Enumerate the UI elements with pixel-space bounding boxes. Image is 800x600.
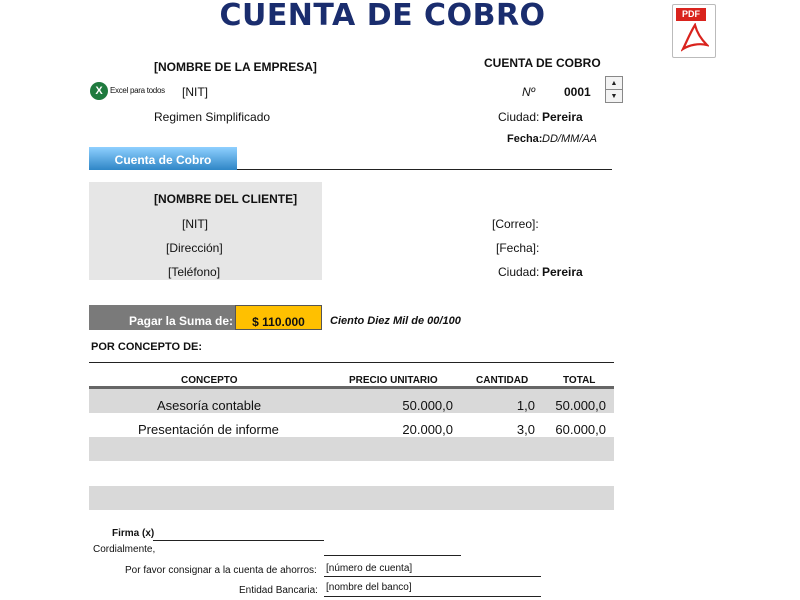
bank-line <box>324 596 541 597</box>
pay-sum-label: Pagar la Suma de: <box>89 305 235 330</box>
company-name: [NOMBRE DE LA EMPRESA] <box>154 60 317 74</box>
company-regime: Regimen Simplificado <box>154 110 271 124</box>
date-value: DD/MM/AA <box>542 133 597 145</box>
tab-cuenta-de-cobro[interactable]: Cuenta de Cobro <box>89 147 237 170</box>
row2-concept: Presentación de informe <box>138 422 279 437</box>
bank-value[interactable]: [nombre del banco] <box>326 582 412 593</box>
pay-sum-amount: $ 110.000 <box>235 305 322 330</box>
row1-total: 50.000,0 <box>555 398 606 413</box>
account-label: Por favor consignar a la cuenta de ahorr… <box>125 565 317 576</box>
stepper-down-icon[interactable]: ▼ <box>606 90 622 103</box>
col-header-concepto: CONCEPTO <box>181 375 238 386</box>
document-number[interactable]: 0001 <box>564 85 591 99</box>
city-value: Pereira <box>542 110 583 124</box>
client-name: [NOMBRE DEL CLIENTE] <box>154 192 298 206</box>
client-city-label: Ciudad: <box>498 265 540 279</box>
document-title: CUENTA DE COBRO <box>219 0 546 33</box>
client-date-label: [Fecha]: <box>496 241 540 255</box>
pdf-export-button[interactable]: PDF <box>672 4 716 58</box>
signature-label: Firma (x) <box>112 528 155 539</box>
table-row <box>89 486 614 510</box>
closing-line <box>324 555 461 556</box>
tab-divider <box>237 169 612 170</box>
client-nit: [NIT] <box>182 217 208 231</box>
row1-qty: 1,0 <box>516 398 535 413</box>
stepper-up-icon[interactable]: ▲ <box>606 77 622 90</box>
account-line <box>324 576 541 577</box>
client-address: [Dirección] <box>166 241 223 255</box>
col-header-cantidad: CANTIDAD <box>476 375 529 386</box>
logo-text: Excel para todos <box>110 86 165 95</box>
closing-text: Cordialmente, <box>93 544 156 555</box>
signature-line <box>153 540 324 541</box>
bank-label: Entidad Bancaria: <box>239 585 318 596</box>
row1-concept: Asesoría contable <box>157 398 262 413</box>
number-label: Nº <box>522 85 536 99</box>
client-city-value: Pereira <box>542 265 583 279</box>
row1-price: 50.000,0 <box>402 398 453 413</box>
city-label: Ciudad: <box>498 110 540 124</box>
client-email-label: [Correo]: <box>492 217 539 231</box>
row2-total: 60.000,0 <box>555 422 606 437</box>
number-stepper[interactable]: ▲ ▼ <box>605 76 623 103</box>
client-phone: [Teléfono] <box>168 265 221 279</box>
table-row <box>89 462 614 486</box>
company-nit: [NIT] <box>182 85 208 99</box>
concept-heading: POR CONCEPTO DE: <box>91 341 203 353</box>
row2-qty: 3,0 <box>516 422 535 437</box>
date-label: Fecha: <box>507 133 543 145</box>
amount-in-words: Ciento Diez Mil de 00/100 <box>330 315 461 327</box>
col-header-precio: PRECIO UNITARIO <box>349 375 438 386</box>
concept-divider <box>89 362 614 363</box>
adobe-pdf-icon <box>681 23 709 52</box>
row2-price: 20.000,0 <box>402 422 453 437</box>
pdf-label: PDF <box>676 8 706 21</box>
excel-logo-icon: X <box>90 82 108 100</box>
account-value[interactable]: [número de cuenta] <box>326 563 412 574</box>
table-row <box>89 437 614 461</box>
doc-title-right: CUENTA DE COBRO <box>484 56 601 70</box>
col-header-total: TOTAL <box>563 375 596 386</box>
